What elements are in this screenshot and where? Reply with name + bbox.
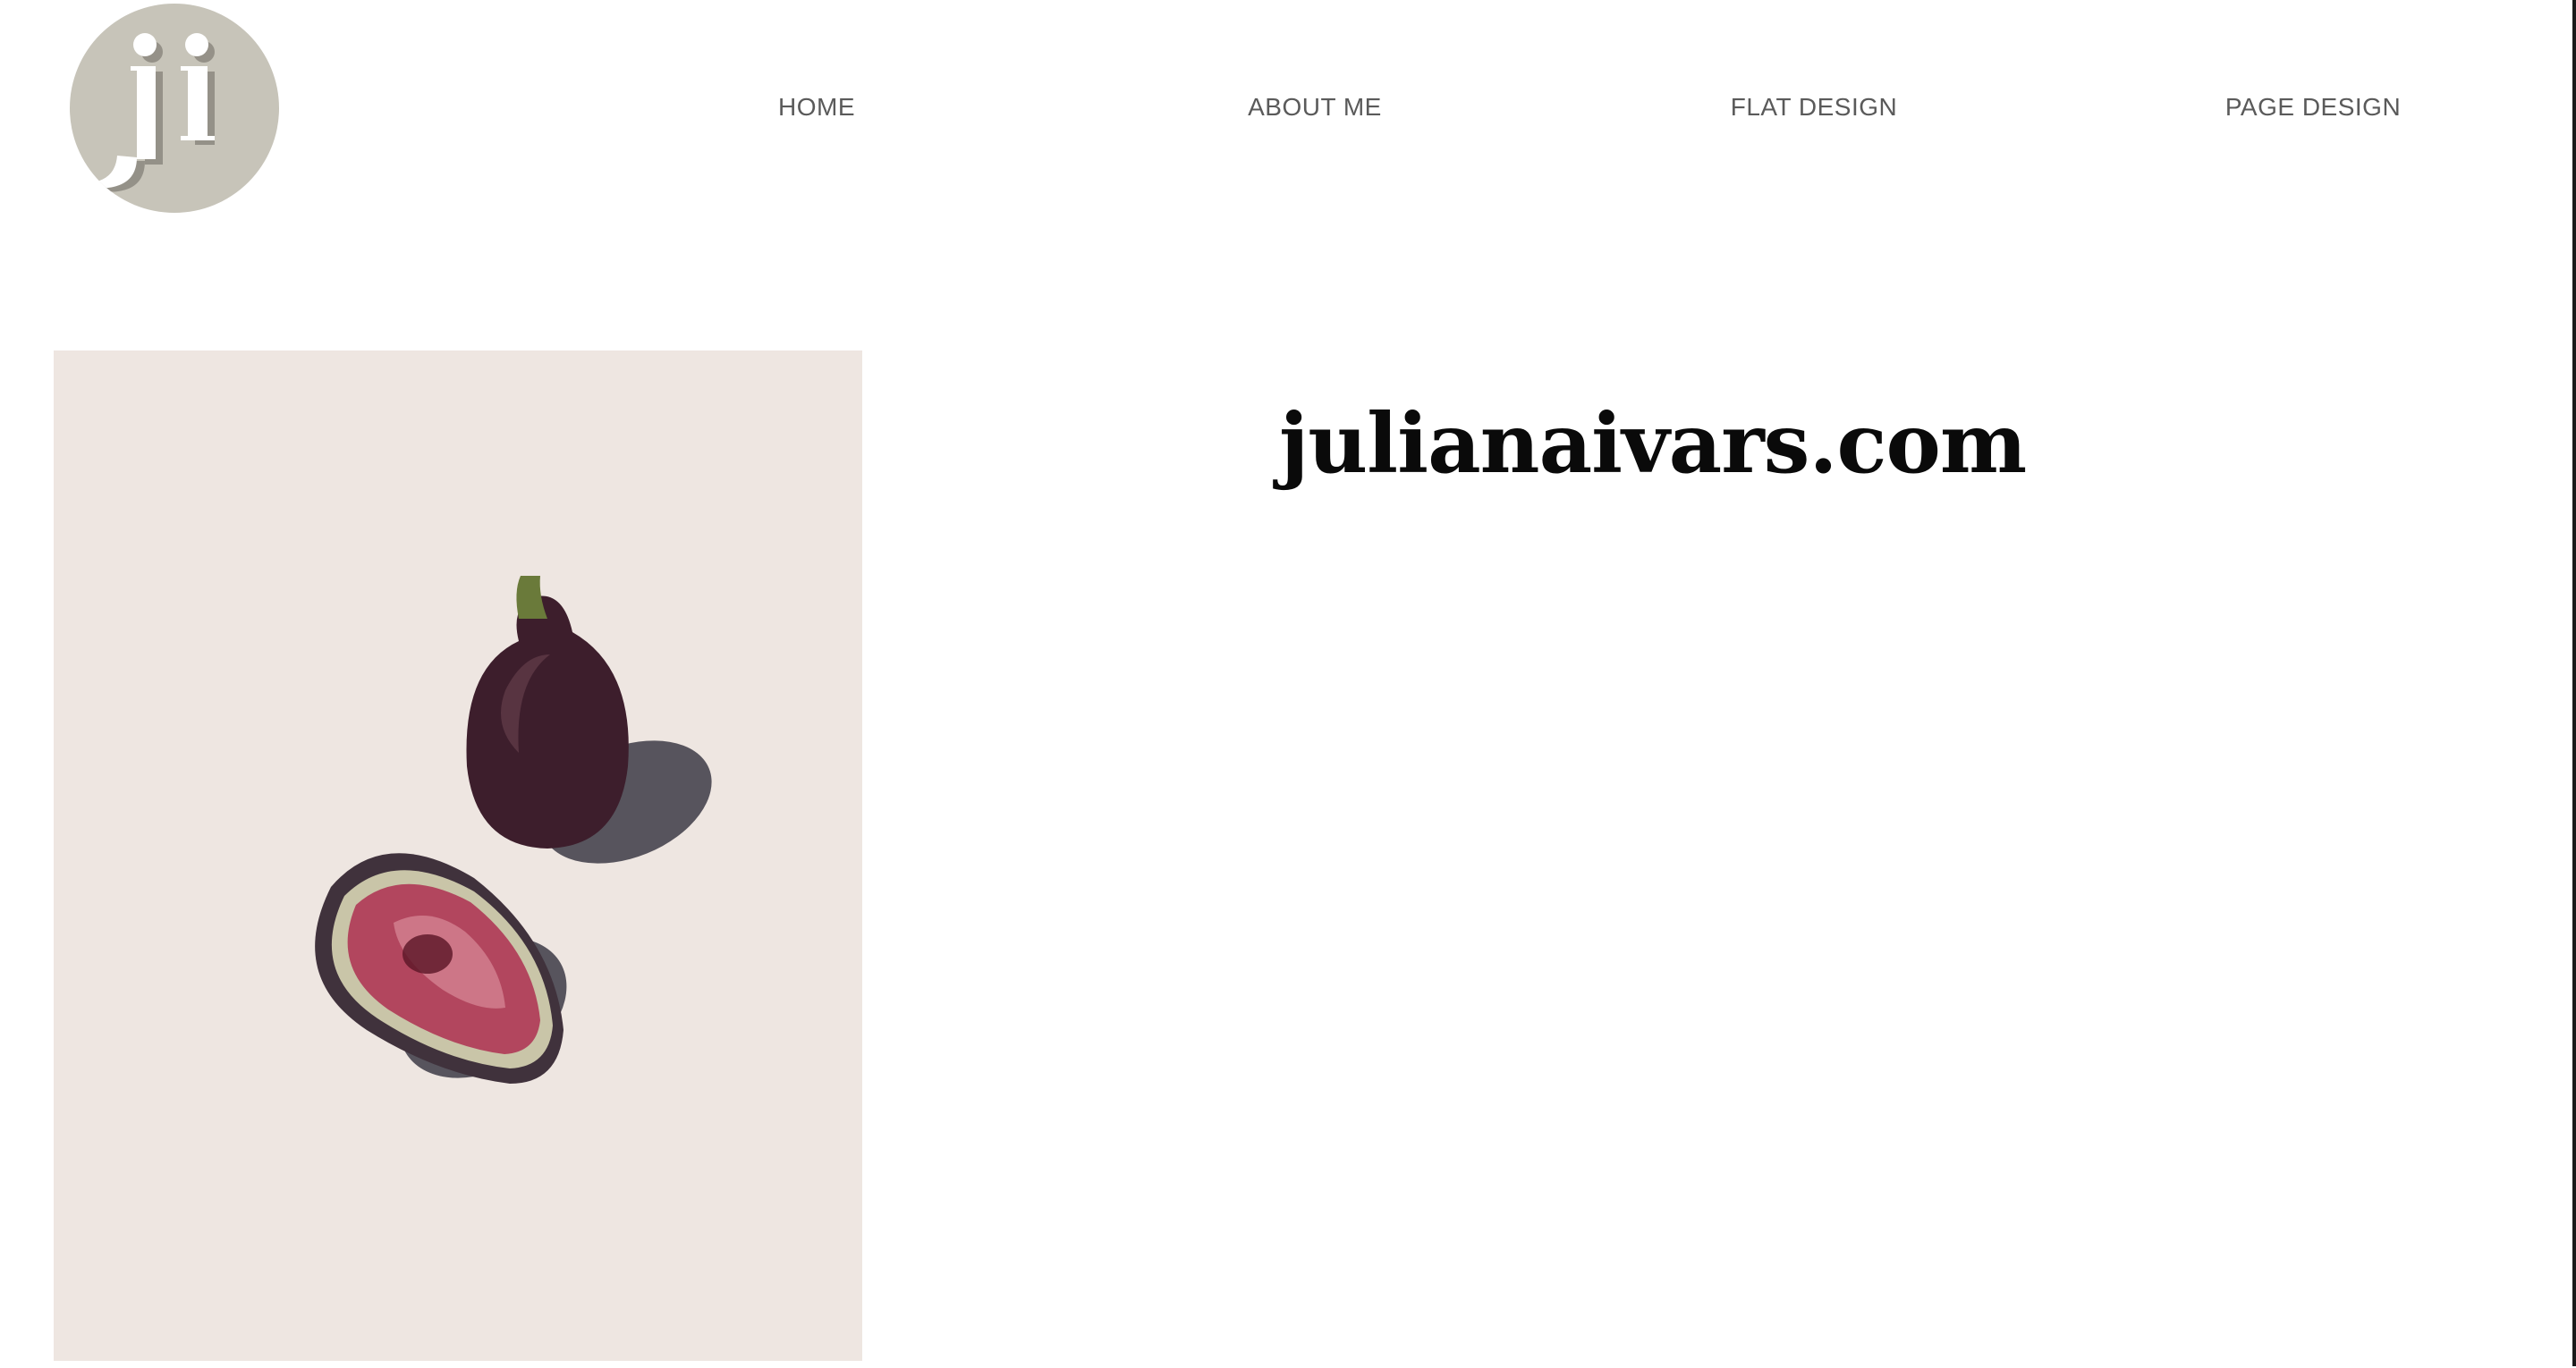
- nav-flat-design[interactable]: FLAT DESIGN: [1731, 93, 1898, 122]
- nav-about-me[interactable]: ABOUT ME: [1248, 93, 1382, 122]
- figs-illustration: [54, 350, 862, 1361]
- main-nav: HOME ABOUT ME FLAT DESIGN PAGE DESIGN: [0, 93, 2572, 129]
- page-frame: HOME ABOUT ME FLAT DESIGN PAGE DESIGN ju…: [0, 0, 2576, 1366]
- site-title: julianaivars.com: [1279, 395, 2027, 492]
- nav-home[interactable]: HOME: [778, 93, 855, 122]
- hero-figs-image: [54, 350, 862, 1361]
- nav-page-design[interactable]: PAGE DESIGN: [2225, 93, 2401, 122]
